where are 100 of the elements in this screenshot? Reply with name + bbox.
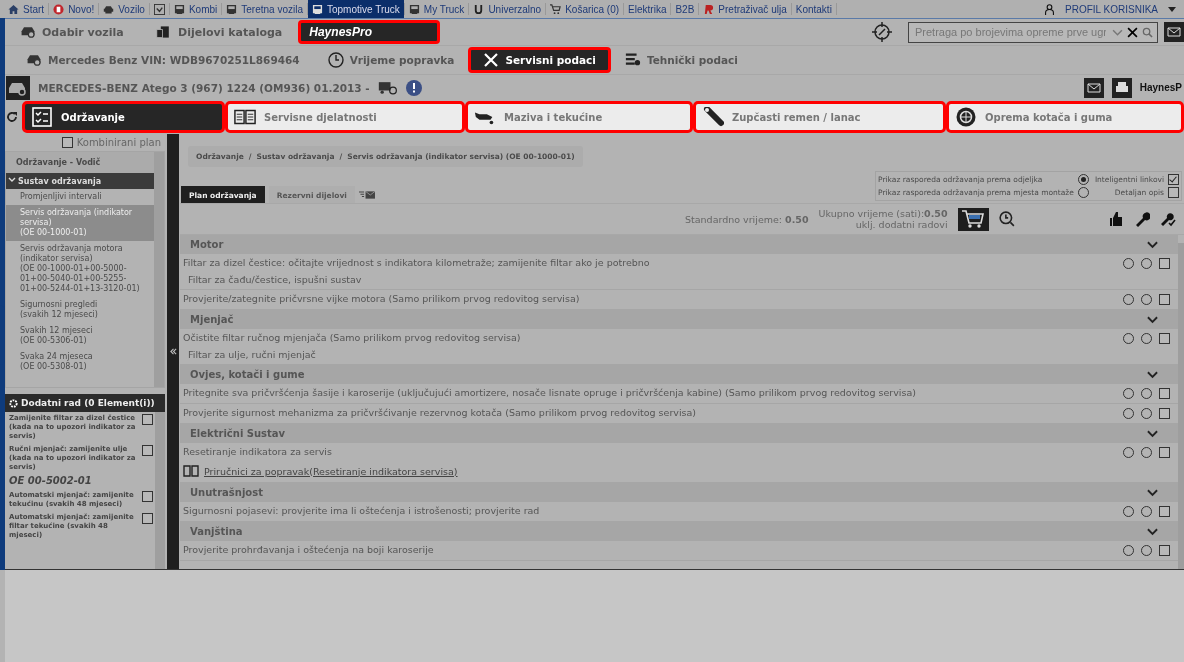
section-header[interactable]: Motor: [180, 235, 1178, 254]
sub-tab[interactable]: Mercedes Benz VIN: WDB9670251L869464: [12, 47, 314, 73]
guide-item[interactable]: Servis održavanja (indikator servisa) (OE 00-1000-01): [6, 205, 154, 241]
option-checkbox[interactable]: [1168, 187, 1179, 198]
checkbox[interactable]: [142, 414, 153, 425]
category-tab[interactable]: Servisne djelatnosti: [225, 101, 465, 133]
car-search-icon: [26, 52, 42, 68]
sub-tab[interactable]: Vrijeme popravka: [313, 47, 469, 73]
wrench-check-icon: [1160, 211, 1176, 227]
badge-icon: [53, 3, 65, 15]
print-icon[interactable]: [1111, 77, 1132, 98]
nav-link[interactable]: Novo!: [49, 0, 99, 18]
task-text: Pritegnite sva pričvršćenja šasije i karoserije (uključujući amortizere, nosače lisnate opruge i pričvršćenja kabine) (Samo prilikom prvog redovitog servisa): [183, 387, 917, 398]
nav-link[interactable]: Kombi: [169, 0, 222, 18]
chevron-icon: [1147, 240, 1158, 249]
section-header[interactable]: Ovjes, kotači i gume: [180, 365, 1178, 384]
combined-plan-checkbox[interactable]: Kombinirani plan: [5, 134, 165, 151]
van-icon: [173, 3, 185, 15]
mail-icon[interactable]: [1164, 22, 1184, 42]
section-header[interactable]: Vanjština: [180, 522, 1178, 541]
guide-item[interactable]: Promjenljivi intervali: [6, 189, 154, 205]
time-note: uklj. dodatni radovi: [855, 219, 948, 230]
guide-item[interactable]: Servis održavanja motora (indikator servisa) (OE 00-1000-01+00-5000-01+00-5040-01+00-5255-01+00-5244-01+13-3120-01): [6, 241, 154, 297]
category-tab[interactable]: Oprema kotača i guma: [946, 101, 1184, 133]
guide-item[interactable]: Svaka 24 mjeseca (OE 00-5308-01): [6, 349, 154, 375]
manual-link[interactable]: Priručnici za popravak(Resetiranje indikatora servisa): [204, 465, 458, 477]
nav-link[interactable]: B2B: [671, 0, 699, 18]
section-title: Mjenjač: [190, 314, 234, 325]
sub-tab[interactable]: Tehnički podaci: [610, 47, 752, 73]
checkbox[interactable]: [142, 513, 153, 524]
book-icon: [183, 463, 199, 479]
chevron-icon: [1147, 488, 1158, 497]
scrollbar[interactable]: [154, 152, 164, 387]
cart-button[interactable]: [957, 207, 989, 231]
scrollbar[interactable]: [155, 412, 165, 569]
checkbox[interactable]: [142, 445, 153, 456]
mail-icon[interactable]: [1083, 77, 1104, 98]
checkbox[interactable]: [1159, 545, 1170, 556]
task-part: Filtar za ulje, ručni mjenjač: [187, 349, 317, 361]
task-text: Provjerite sigurnost mehanizma za pričvršćivanje rezervnog kotača (Samo prilikom prvog redovitog servisa): [183, 407, 698, 418]
thumbs-up-icon: [1108, 211, 1124, 227]
collapse-handle[interactable]: [167, 134, 179, 569]
nav-link[interactable]: Vozilo: [99, 0, 149, 18]
car-search-icon: [20, 24, 36, 40]
crosshair-icon[interactable]: [872, 22, 892, 42]
main-tab[interactable]: HaynesPro: [298, 20, 441, 44]
checkbox[interactable]: [1159, 294, 1170, 305]
group-header[interactable]: Sustav održavanja: [6, 173, 154, 189]
guide-item[interactable]: Sigurnosni pregledi (svakih 12 mjeseci): [6, 297, 154, 323]
main-tab[interactable]: Dijelovi kataloga: [146, 20, 293, 44]
main-tab[interactable]: Odabir vozila: [10, 20, 140, 44]
vehicle-title: MERCEDES-BENZ Atego 3 (967) 1224 (OM936) 01.2013 -: [38, 81, 370, 94]
haynespro-logo: HaynesP: [1139, 82, 1182, 93]
category-tab[interactable]: Maziva i tekućine: [465, 101, 693, 133]
checkbox[interactable]: [1159, 506, 1170, 517]
wrench-icon: [1134, 211, 1150, 227]
nav-link[interactable]: Teretna vozila: [222, 0, 307, 18]
work-item-code: OE 00-5002-01: [9, 475, 93, 487]
checkbox[interactable]: [1159, 258, 1170, 269]
task-text: Sigurnosni pojasevi: provjerite ima li oštećenja i istrošenosti; provjerite rad: [183, 505, 541, 516]
section-header[interactable]: Električni Sustav: [180, 424, 1178, 443]
scrollbar[interactable]: [1178, 243, 1184, 569]
task-text: Filtar za dizel čestice: očitajte vrijednost s indikatora kilometraže; zamijenite filtar ako je potrebno: [183, 257, 651, 268]
search-field[interactable]: Pretraga po brojevima opreme prve ugr: [908, 21, 1158, 43]
checkbox[interactable]: [142, 491, 153, 502]
checkbox[interactable]: [1159, 388, 1170, 399]
profile-menu[interactable]: PROFIL KORISNIKA: [1061, 0, 1180, 18]
truck-icon: [312, 3, 323, 15]
checkbox[interactable]: [1159, 408, 1170, 419]
nav-link[interactable]: My Truck: [404, 0, 469, 18]
nav-link[interactable]: Univerzalno: [469, 0, 546, 18]
checkbox[interactable]: [1159, 333, 1170, 344]
section-header[interactable]: Unutrašnjost: [180, 483, 1178, 502]
nav-link[interactable]: Košarica (0): [546, 0, 624, 18]
guide-title: Održavanje - Vodič: [6, 152, 154, 173]
option-checkbox[interactable]: [1168, 174, 1179, 185]
section-header[interactable]: Mjenjač: [180, 310, 1178, 329]
nav-link[interactable]: Pretraživač ulja: [699, 0, 791, 18]
guide-item[interactable]: Svakih 12 mjeseci (OE 00-5306-01): [6, 323, 154, 349]
nav-link[interactable]: Elektrika: [624, 0, 671, 18]
clear-icon[interactable]: [1127, 26, 1138, 38]
checkbox-icon: [153, 3, 165, 15]
category-tab[interactable]: Zupčasti remen / lanac: [693, 101, 946, 133]
nav-link[interactable]: Topmotive Truck: [308, 0, 404, 18]
section-title: Ovjes, kotači i gume: [190, 369, 305, 380]
checkbox[interactable]: [1159, 447, 1170, 458]
info-icon[interactable]: [405, 79, 422, 96]
refresh-icon[interactable]: [6, 111, 18, 123]
section-title: Unutrašnjost: [190, 487, 263, 498]
category-tab[interactable]: Održavanje: [22, 101, 225, 133]
chevron-icon: [1147, 370, 1158, 379]
clock-search-icon[interactable]: [998, 211, 1015, 227]
user-icon: [1044, 3, 1055, 15]
section-title: Motor: [190, 239, 224, 250]
specs-icon: [624, 52, 641, 68]
nav-link[interactable]: Kontakti: [791, 0, 836, 18]
standard-time: Standardno vrijeme: 0.50: [685, 213, 809, 225]
task-text: Resetiranje indikatora za servis: [183, 446, 333, 457]
nav-link[interactable]: Start: [4, 0, 49, 18]
sub-tab[interactable]: Servisni podaci: [468, 47, 611, 73]
